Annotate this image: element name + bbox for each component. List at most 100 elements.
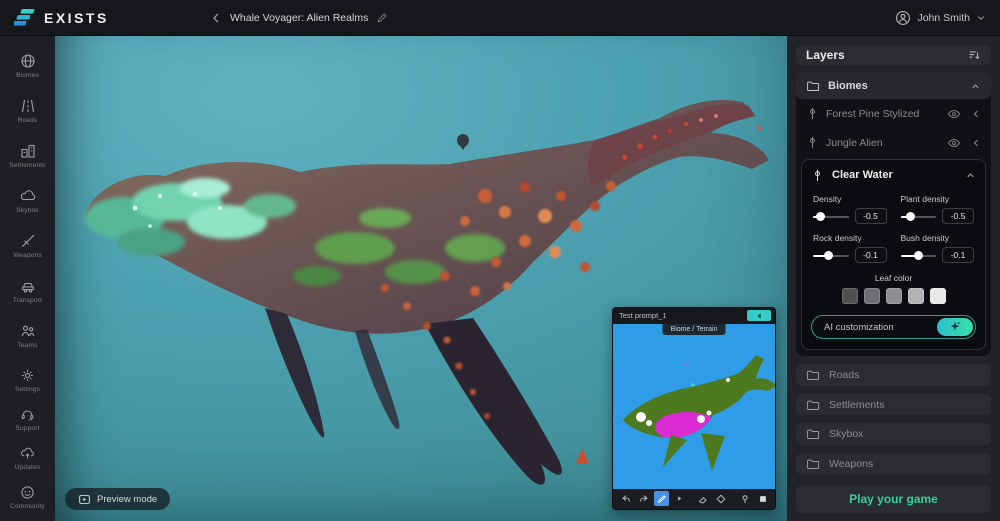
cloud-up-icon: [20, 446, 35, 461]
leaf-color-swatch[interactable]: [886, 288, 902, 304]
user-avatar-icon: [895, 10, 911, 26]
redo-button[interactable]: [636, 491, 651, 506]
minimap-whale-map: [613, 324, 775, 489]
sort-layers-icon[interactable]: [967, 48, 981, 62]
sidebar-item-biomes[interactable]: Biomes: [0, 48, 55, 84]
sidebar-item-skybox[interactable]: Skybox: [0, 183, 55, 219]
chevron-left-icon[interactable]: [971, 138, 981, 148]
square-icon: [758, 494, 768, 504]
minimap-panel: Test prompt_1: [612, 307, 776, 510]
section-settlements[interactable]: Settlements: [796, 394, 991, 416]
sidebar-label: Settlements: [9, 162, 46, 169]
sidebar-item-support[interactable]: Support: [0, 402, 55, 437]
leaf-color-swatches: [802, 288, 985, 304]
exists-logo-icon: [14, 8, 36, 28]
chevron-left-icon[interactable]: [971, 109, 981, 119]
sidebar-label: Skybox: [16, 207, 39, 214]
knife-icon: [20, 233, 36, 249]
minimap-toolbar: [613, 489, 775, 509]
visibility-toggle-icon[interactable]: [947, 108, 961, 120]
minimap-canvas[interactable]: Biome / Terrain: [613, 324, 775, 489]
sidebar-label: Updates: [15, 464, 41, 471]
layer-row-jungle-alien[interactable]: Jungle Alien: [796, 128, 991, 157]
world-viewport[interactable]: Preview mode Test prompt_1: [55, 36, 787, 521]
section-weapons[interactable]: Weapons: [796, 453, 991, 475]
section-skybox[interactable]: Skybox: [796, 423, 991, 445]
gear-icon: [20, 368, 35, 383]
eraser-icon: [698, 494, 708, 504]
sidebar-item-transport[interactable]: Transport: [0, 273, 55, 309]
play-your-game-button[interactable]: Play your game: [796, 485, 991, 513]
rock-density-control: Rock density -0.1: [813, 233, 887, 263]
plant-density-value[interactable]: -0.5: [942, 208, 974, 224]
sidebar-main-group: Biomes Roads Settlements Skybox: [0, 48, 55, 354]
leaf-color-swatch[interactable]: [864, 288, 880, 304]
sidebar-item-updates[interactable]: Updates: [0, 441, 55, 476]
sidebar-item-community[interactable]: Community: [0, 480, 55, 515]
biomes-section-header[interactable]: Biomes: [796, 73, 991, 99]
select-tool-button[interactable]: [755, 491, 770, 506]
biomes-section: Biomes Forest Pine Stylized: [796, 73, 991, 356]
density-slider[interactable]: [813, 211, 849, 222]
brush-options-caret[interactable]: [672, 491, 687, 506]
leaf-color-swatch[interactable]: [842, 288, 858, 304]
bush-density-value[interactable]: -0.1: [942, 247, 974, 263]
ai-customization-row: [811, 315, 976, 339]
plant-density-slider[interactable]: [901, 211, 937, 222]
section-label: Settlements: [829, 399, 884, 411]
layer-name: Jungle Alien: [826, 137, 940, 149]
undo-button[interactable]: [618, 491, 633, 506]
app-logo[interactable]: EXISTS: [14, 8, 109, 28]
folder-icon: [806, 398, 820, 412]
bush-density-slider[interactable]: [901, 250, 937, 261]
minimap-collapse-button[interactable]: [747, 310, 771, 321]
plant-density-control: Plant density -0.5: [901, 194, 975, 224]
rock-density-slider[interactable]: [813, 250, 849, 261]
sidebar-label: Weapons: [13, 252, 42, 259]
sidebar-item-teams[interactable]: Teams: [0, 318, 55, 354]
eraser-tool-button[interactable]: [696, 491, 711, 506]
undo-icon: [621, 494, 631, 504]
back-chevron-icon[interactable]: [210, 12, 222, 24]
density-value[interactable]: -0.5: [855, 208, 887, 224]
user-menu[interactable]: John Smith: [895, 10, 986, 26]
layer-name: Forest Pine Stylized: [826, 108, 940, 120]
caret-right-icon: [676, 495, 683, 502]
sidebar-footer-group: Settings Support Updates: [0, 363, 55, 515]
brush-tool-button[interactable]: [654, 491, 669, 506]
minimap-header: Test prompt_1: [613, 308, 775, 324]
leaf-color-group: Leaf color: [802, 273, 985, 304]
preview-mode-button[interactable]: Preview mode: [65, 488, 170, 510]
section-roads[interactable]: Roads: [796, 364, 991, 386]
pin-tool-button[interactable]: [737, 491, 752, 506]
visibility-toggle-icon[interactable]: [947, 137, 961, 149]
sidebar-label: Biomes: [16, 72, 39, 79]
brush-icon: [657, 494, 667, 504]
biomes-section-label: Biomes: [828, 80, 868, 92]
road-icon: [20, 98, 36, 114]
ai-generate-button[interactable]: [937, 318, 973, 336]
sidebar-item-settlements[interactable]: Settlements: [0, 138, 55, 174]
fill-tool-button[interactable]: [714, 491, 729, 506]
sidebar-label: Teams: [17, 342, 37, 349]
sidebar-label: Roads: [18, 117, 38, 124]
layers-panel-header: Layers: [796, 45, 991, 65]
layer-row-forest-pine[interactable]: Forest Pine Stylized: [796, 99, 991, 128]
edit-pencil-icon[interactable]: [376, 12, 388, 24]
sidebar-item-weapons[interactable]: Weapons: [0, 228, 55, 264]
cloud-icon: [20, 188, 36, 204]
leaf-color-swatch[interactable]: [908, 288, 924, 304]
sidebar-item-settings[interactable]: Settings: [0, 363, 55, 398]
chevron-up-icon: [965, 170, 976, 181]
minimap-mode-tab[interactable]: Biome / Terrain: [663, 324, 726, 335]
rock-density-value[interactable]: -0.1: [855, 247, 887, 263]
clear-water-header[interactable]: Clear Water: [802, 160, 985, 190]
project-title: Whale Voyager: Alien Realms: [230, 12, 368, 24]
people-icon: [20, 323, 36, 339]
layers-panel: Layers Biomes Forest Pine: [787, 36, 1000, 521]
community-icon: [20, 485, 35, 500]
folder-icon: [806, 457, 820, 471]
sidebar-item-roads[interactable]: Roads: [0, 93, 55, 129]
pin-icon: [740, 494, 750, 504]
leaf-color-swatch[interactable]: [930, 288, 946, 304]
